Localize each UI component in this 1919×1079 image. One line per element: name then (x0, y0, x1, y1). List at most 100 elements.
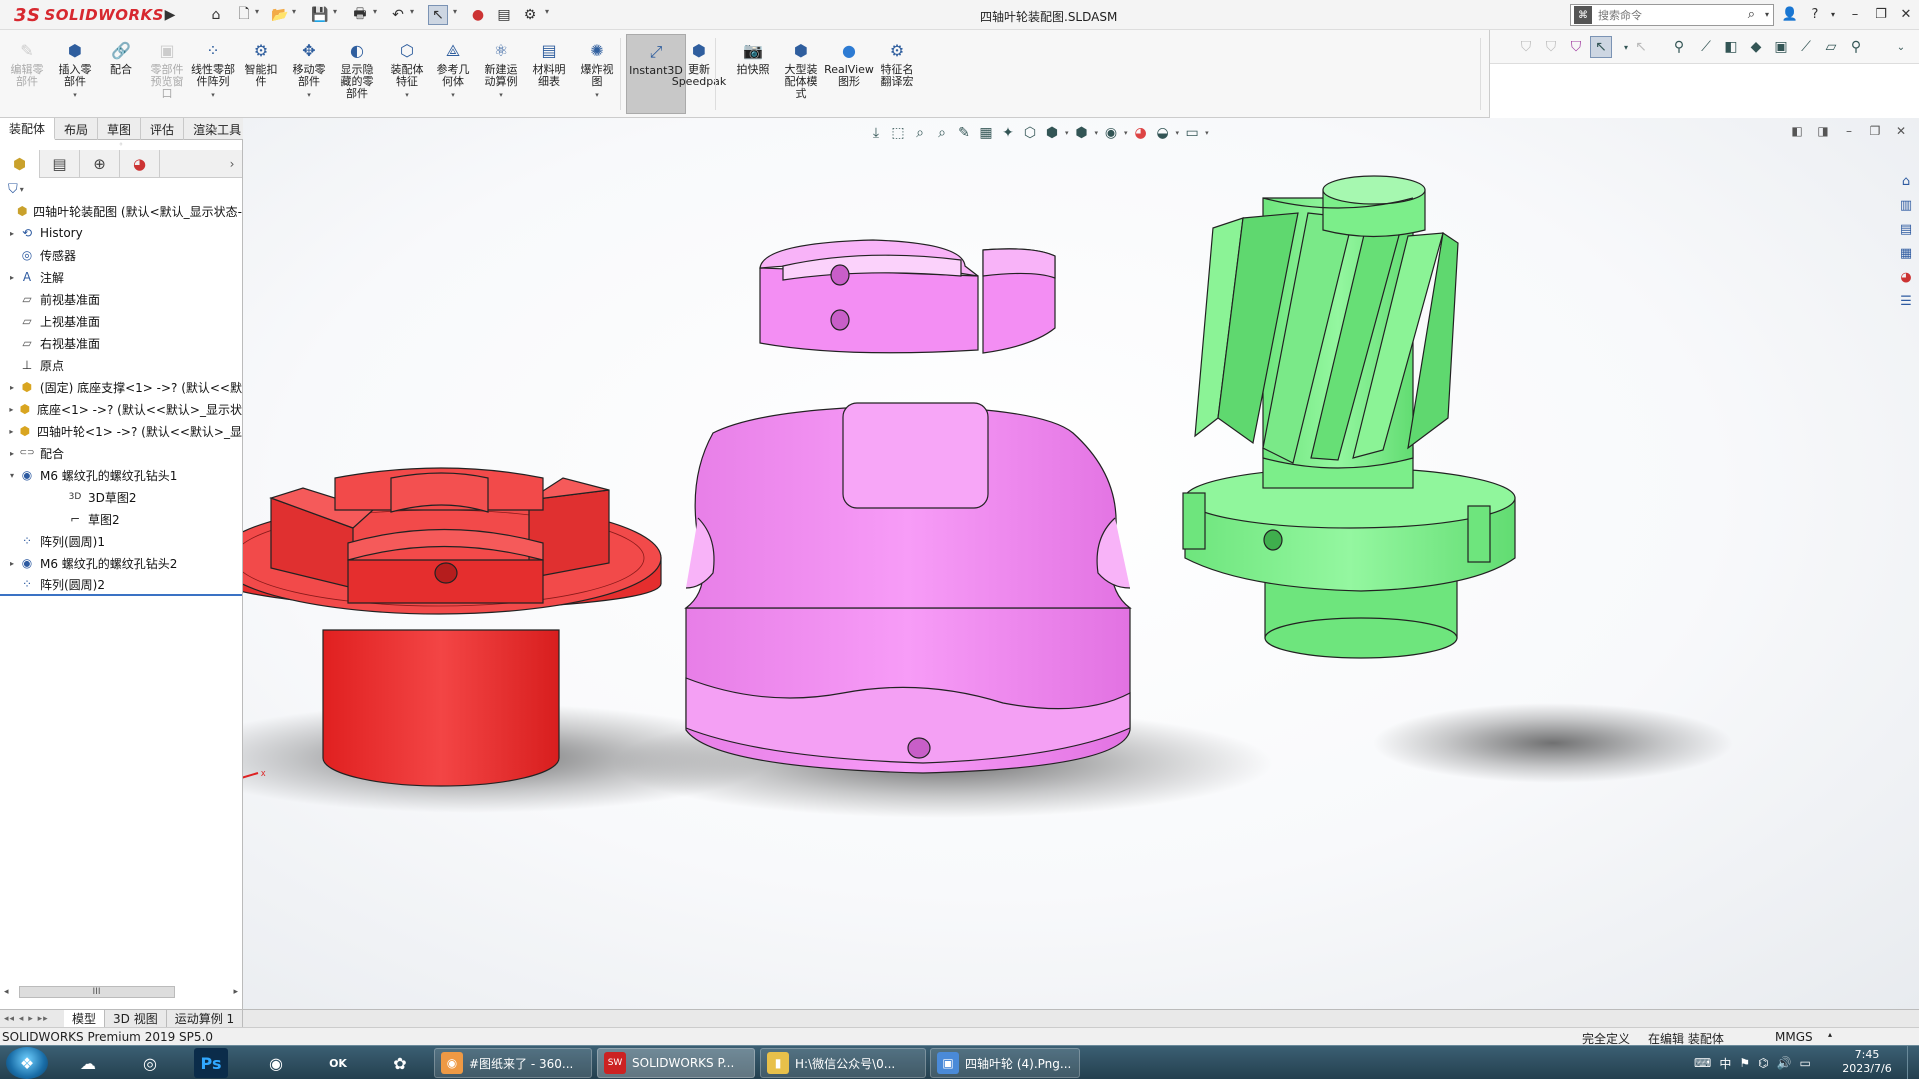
tree-item[interactable]: ▸ A 注解 (0, 266, 242, 288)
bottom-tab-2[interactable]: 运动算例 1 (167, 1009, 244, 1028)
design-library-icon[interactable]: ▥ (1895, 194, 1917, 216)
search-dropdown-icon[interactable]: ▾ (1765, 10, 1769, 19)
ok-app-icon[interactable]: OK (314, 1048, 362, 1078)
paint-tool-icon[interactable]: ✿ (376, 1048, 424, 1078)
tree-item[interactable]: ▸ ⬢ 底座<1> ->? (默认<<默认>_显示状 (0, 398, 242, 420)
more-tabs-icon[interactable]: › (222, 150, 242, 177)
ribbon-button-bom[interactable]: ▤ 材料明 细表 (526, 34, 572, 114)
print-dropdown-icon[interactable]: ▾ (373, 7, 377, 16)
tree-item[interactable]: ⬢ 四轴叶轮装配图 (默认<默认_显示状态- (0, 200, 242, 222)
restore-icon[interactable]: ❐ (1870, 4, 1892, 24)
ribbon-button-mate[interactable]: 🔗 配合 (98, 34, 144, 114)
flag-icon[interactable]: ⚑ (1739, 1056, 1750, 1070)
taskbar-window-3[interactable]: ▣ 四轴叶轮 (4).Png... (930, 1048, 1080, 1078)
select-dropdown-icon[interactable]: ▾ (453, 7, 457, 16)
ribbon-button-linear-pattern[interactable]: ⁘ 线性零部 件阵列 ▾ (190, 34, 236, 114)
body-filter-icon[interactable]: ▣ (1770, 36, 1792, 58)
graphics-area[interactable]: y x (243, 118, 1919, 1009)
tree-item[interactable]: ▸ ⟲ History (0, 222, 242, 244)
unit-system[interactable]: MMGS (1775, 1030, 1813, 1044)
tab-1[interactable]: 布局 (55, 118, 99, 140)
tree-toggle-icon[interactable]: ▸ (6, 559, 18, 568)
filter-icon[interactable]: ⛉ (1515, 36, 1537, 58)
search-icon[interactable]: ⌕ (1748, 7, 1755, 22)
doc-minimize-icon[interactable]: – (1836, 124, 1862, 138)
ribbon-dropdown-icon[interactable]: ▾ (211, 89, 215, 101)
bottom-tab-0[interactable]: 模型 (64, 1009, 106, 1028)
edge-filter-icon[interactable]: ⟋ (1695, 36, 1717, 58)
help-dropdown-icon[interactable]: ▾ (1822, 4, 1844, 24)
ribbon-button-edit-component[interactable]: ✎ 编辑零 部件 (4, 34, 50, 114)
select-tool-icon[interactable]: ↖ (1590, 36, 1612, 58)
display-monitor-icon[interactable]: ▭ (1181, 122, 1203, 144)
edit-appearance-icon[interactable]: ⬢ (1041, 122, 1063, 144)
surface-filter-icon[interactable]: ◆ (1745, 36, 1767, 58)
tree-item[interactable]: ◎ 传感器 (0, 244, 242, 266)
ribbon-button-snapshot[interactable]: 📷 拍快照 (730, 34, 776, 114)
point-filter-icon[interactable]: ⚲ (1845, 36, 1867, 58)
command-search[interactable]: ⌘ ⌕ ▾ (1570, 4, 1774, 26)
face-filter-icon[interactable]: ◧ (1720, 36, 1742, 58)
ribbon-button-insert-component[interactable]: ⬢ 插入零 部件 ▾ (52, 34, 98, 114)
model-canvas[interactable]: y x (243, 118, 1919, 1009)
scroll-left-icon[interactable]: ◂ (4, 987, 9, 997)
tab-3[interactable]: 评估 (141, 118, 185, 140)
taskbar-window-2[interactable]: ▮ H:\微信公众号\0... (760, 1048, 926, 1078)
section-view-icon[interactable]: ⌕ (931, 122, 953, 144)
previous-view-icon[interactable]: ⌕ (909, 122, 931, 144)
file-explorer-icon[interactable]: ▤ (1895, 218, 1917, 240)
ribbon-button-preview-window[interactable]: ▣ 零部件 预览窗 口 (144, 34, 190, 114)
taskbar-window-0[interactable]: ◉ #图纸来了 - 360... (434, 1048, 592, 1078)
plane-filter-icon[interactable]: ▱ (1820, 36, 1842, 58)
undo-icon[interactable]: ↶ (388, 5, 408, 25)
axis-filter-icon[interactable]: ⟋ (1795, 36, 1817, 58)
scene-icon[interactable]: ◒ (1152, 122, 1174, 144)
ribbon-button-explode-view[interactable]: ✺ 爆炸视 图 ▾ (574, 34, 620, 114)
tree-toggle-icon[interactable]: ▸ (6, 449, 18, 458)
view-orientation-icon[interactable]: ▦ (975, 122, 997, 144)
base-housing-part[interactable] (684, 239, 1132, 774)
ribbon-button-move-component[interactable]: ✥ 移动零 部件 ▾ (286, 34, 332, 114)
tree-toggle-icon[interactable]: ▸ (6, 427, 17, 436)
doc-restore-icon[interactable]: ❐ (1862, 124, 1888, 138)
property-manager-tab-icon[interactable]: ▤ (40, 150, 80, 178)
display-manager-tab-icon[interactable]: ◕ (120, 150, 160, 178)
tree-item[interactable]: ⁘ 阵列(圆周)2 (0, 574, 242, 596)
home-icon[interactable]: ⌂ (206, 5, 226, 25)
notification-icon[interactable]: ▭ (1800, 1056, 1811, 1070)
select-other-icon[interactable]: ↖ (1630, 36, 1652, 58)
impeller-part[interactable] (1182, 175, 1516, 659)
tree-toggle-icon[interactable]: ▸ (6, 383, 18, 392)
zoom-to-fit-icon[interactable]: ⤓ (865, 122, 887, 144)
dynamic-annotation-icon[interactable]: ✎ (953, 122, 975, 144)
filter-faces-icon[interactable]: ⛉ (1565, 36, 1587, 58)
tab-scroll-arrows[interactable]: ◂◂ ◂ ▸ ▸▸ (0, 1014, 64, 1024)
ribbon-button-motion-study[interactable]: ⚛ 新建运 动算例 ▾ (478, 34, 524, 114)
tab-2[interactable]: 草图 (98, 118, 142, 140)
network-icon[interactable]: ⌬ (1758, 1056, 1768, 1070)
tree-toggle-icon[interactable]: ▸ (6, 273, 18, 282)
tree-item[interactable]: ⊥ 原点 (0, 354, 242, 376)
open-file-icon[interactable]: 📂 (270, 5, 290, 25)
options-dropdown-icon[interactable]: ▾ (545, 7, 549, 16)
ribbon-dropdown-icon[interactable]: ▾ (73, 89, 77, 101)
view-palette-icon[interactable]: ▦ (1895, 242, 1917, 264)
realview-toggle-icon[interactable]: ◕ (1130, 122, 1152, 144)
ribbon-button-realview[interactable]: ● RealView 图形 (824, 34, 874, 114)
browser-icon[interactable]: ◎ (126, 1048, 174, 1078)
save-icon[interactable]: 💾 (310, 5, 330, 25)
user-account-icon[interactable]: 👤 (1779, 4, 1801, 24)
ribbon-dropdown-icon[interactable]: ▾ (405, 89, 409, 101)
tree-item[interactable]: ▸ ◉ M6 螺纹孔的螺纹孔钻头2 (0, 552, 242, 574)
tree-item[interactable]: ▸ ⬢ 四轴叶轮<1> ->? (默认<<默认>_显 (0, 420, 242, 442)
feature-tree-tab-icon[interactable]: ⬢ (0, 150, 40, 178)
ribbon-button-reference-geometry[interactable]: ⟁ 参考几 何体 ▾ (430, 34, 476, 114)
solidworks-logo[interactable]: 3S SOLIDWORKS (14, 4, 164, 26)
tree-item[interactable]: ▱ 右视基准面 (0, 332, 242, 354)
ribbon-dropdown-icon[interactable]: ▾ (451, 89, 455, 101)
photoshop-icon[interactable]: Ps (194, 1048, 228, 1078)
tree-toggle-icon[interactable]: ▸ (6, 229, 18, 238)
custom-properties-icon[interactable]: ☰ (1895, 290, 1917, 312)
ribbon-button-assembly-feature[interactable]: ⬡ 装配体 特征 ▾ (384, 34, 430, 114)
tree-item[interactable]: 3D 3D草图2 (0, 486, 242, 508)
